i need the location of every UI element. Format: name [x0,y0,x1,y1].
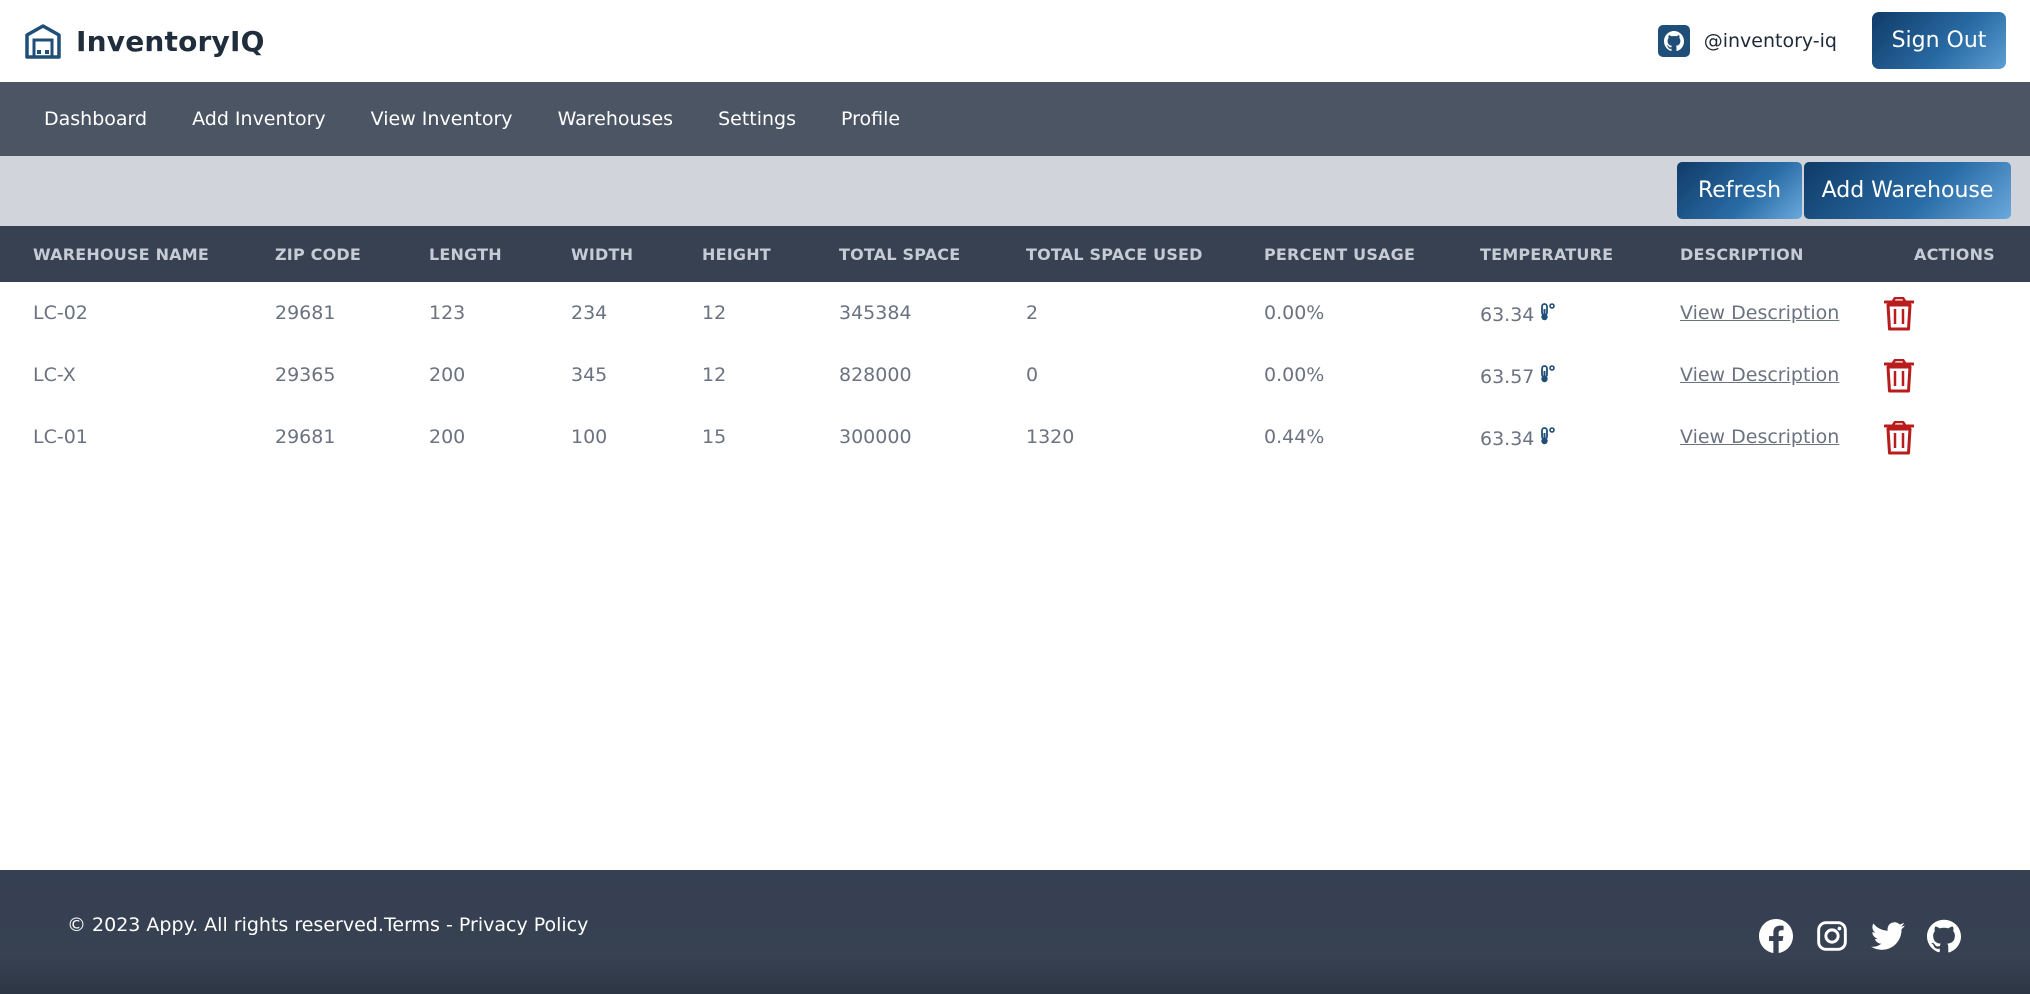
cell-length: 123 [429,302,466,324]
col-total-space[interactable]: TOTAL SPACE [839,245,960,264]
nav-view-inventory[interactable]: View Inventory [371,108,513,130]
cell-zip-code: 29681 [275,426,336,448]
cell-space-used: 0 [1026,364,1039,386]
col-zip-code[interactable]: ZIP CODE [275,245,361,264]
toolbar: Refresh Add Warehouse [0,156,2030,226]
privacy-policy-link[interactable]: Privacy Policy [459,914,588,936]
table-header: WAREHOUSE NAME ZIP CODE LENGTH WIDTH HEI… [0,226,2030,282]
view-description-link[interactable]: View Description [1680,426,1839,448]
sign-out-button[interactable]: Sign Out [1872,12,2006,69]
github-handle: @inventory-iq [1703,30,1837,52]
nav-profile[interactable]: Profile [841,108,900,130]
table-row: LC-01 29681 200 100 15 300000 1320 0.44%… [0,407,2030,469]
col-temperature[interactable]: TEMPERATURE [1480,245,1613,264]
cell-height: 12 [702,364,727,386]
footer-links: Terms - Privacy Policy [384,914,588,936]
col-percent-usage[interactable]: PERCENT USAGE [1264,245,1415,264]
view-description-link[interactable]: View Description [1680,364,1839,386]
nav-settings[interactable]: Settings [718,108,796,130]
thermometer-icon [1537,426,1557,451]
cell-total-space: 345384 [839,302,912,324]
twitter-icon[interactable] [1870,918,1906,954]
cell-height: 15 [702,426,727,448]
thermometer-icon [1537,302,1557,327]
cell-temperature: 63.34 [1480,426,1557,451]
col-width[interactable]: WIDTH [571,245,633,264]
brand-name: InventoryIQ [76,24,265,58]
cell-space-used: 2 [1026,302,1039,324]
cell-zip-code: 29681 [275,302,336,324]
cell-warehouse-name: LC-X [33,364,76,386]
github-icon [1657,25,1690,57]
cell-width: 234 [571,302,608,324]
cell-temperature: 63.34 [1480,302,1557,327]
main-nav: Dashboard Add Inventory View Inventory W… [0,82,2030,156]
cell-percent-usage: 0.44% [1264,426,1325,448]
table-row: LC-02 29681 123 234 12 345384 2 0.00% 63… [0,283,2030,345]
github-icon[interactable] [1926,918,1962,954]
add-warehouse-button[interactable]: Add Warehouse [1804,162,2011,219]
cell-height: 12 [702,302,727,324]
col-length[interactable]: LENGTH [429,245,502,264]
warehouse-icon [24,22,62,60]
thermometer-icon [1537,364,1557,389]
cell-warehouse-name: LC-02 [33,302,88,324]
delete-icon[interactable] [1882,421,1916,455]
refresh-button[interactable]: Refresh [1677,162,1802,219]
cell-percent-usage: 0.00% [1264,364,1325,386]
temperature-value: 63.34 [1480,427,1535,450]
cell-percent-usage: 0.00% [1264,302,1325,324]
cell-total-space: 828000 [839,364,912,386]
github-account[interactable]: @inventory-iq [1657,25,1837,57]
brand[interactable]: InventoryIQ [24,22,265,60]
cell-zip-code: 29365 [275,364,336,386]
col-height[interactable]: HEIGHT [702,245,771,264]
delete-icon[interactable] [1882,359,1916,393]
col-actions: ACTIONS [1914,245,1995,264]
footer: © 2023 Appy. All rights reserved. Terms … [0,870,2030,994]
cell-width: 100 [571,426,608,448]
terms-link[interactable]: Terms [384,914,440,936]
col-description[interactable]: DESCRIPTION [1680,245,1804,264]
footer-link-separator: - [439,914,459,936]
col-warehouse-name[interactable]: WAREHOUSE NAME [33,245,209,264]
cell-length: 200 [429,364,466,386]
nav-add-inventory[interactable]: Add Inventory [192,108,326,130]
cell-length: 200 [429,426,466,448]
cell-width: 345 [571,364,608,386]
temperature-value: 63.34 [1480,303,1535,326]
app-header: InventoryIQ @inventory-iq Sign Out [0,0,2030,82]
nav-dashboard[interactable]: Dashboard [44,108,147,130]
cell-total-space: 300000 [839,426,912,448]
delete-icon[interactable] [1882,297,1916,331]
table-row: LC-X 29365 200 345 12 828000 0 0.00% 63.… [0,345,2030,407]
nav-warehouses[interactable]: Warehouses [558,108,674,130]
cell-space-used: 1320 [1026,426,1075,448]
copyright-text: © 2023 Appy. All rights reserved. [67,914,384,936]
view-description-link[interactable]: View Description [1680,302,1839,324]
cell-warehouse-name: LC-01 [33,426,88,448]
col-total-space-used[interactable]: TOTAL SPACE USED [1026,245,1203,264]
temperature-value: 63.57 [1480,365,1535,388]
facebook-icon[interactable] [1758,918,1794,954]
cell-temperature: 63.57 [1480,364,1557,389]
instagram-icon[interactable] [1814,918,1850,954]
